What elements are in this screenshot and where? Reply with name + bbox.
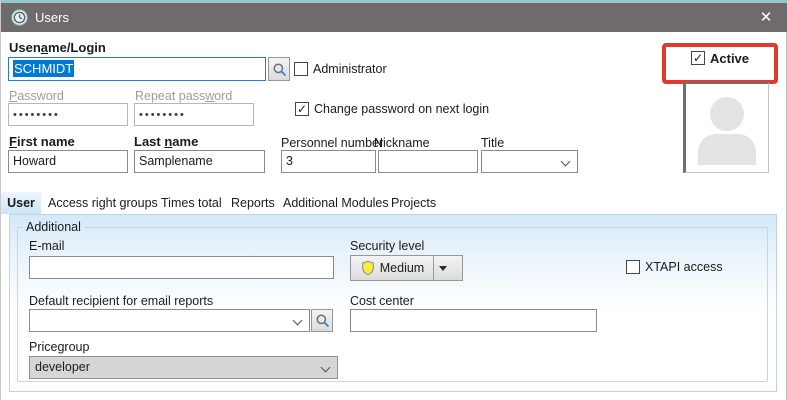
tab-times-total[interactable]: Times total bbox=[161, 192, 222, 214]
personnel-number-label: Personnel number bbox=[281, 136, 383, 150]
xtapi-label: XTAPI access bbox=[645, 260, 723, 274]
password-label: Password bbox=[9, 89, 64, 103]
administrator-checkbox[interactable] bbox=[294, 62, 308, 76]
dropdown-arrow-icon bbox=[439, 266, 447, 271]
security-level-dropdown[interactable] bbox=[434, 266, 452, 271]
default-recipient-search-button[interactable] bbox=[311, 309, 333, 332]
chevron-down-icon bbox=[561, 157, 571, 167]
person-silhouette-body-icon bbox=[698, 134, 756, 165]
chevron-down-icon bbox=[293, 316, 303, 326]
nickname-label: Nickname bbox=[374, 136, 430, 150]
tab-user[interactable]: User bbox=[1, 192, 41, 214]
repeat-password-label: Repeat password bbox=[135, 89, 232, 103]
last-name-label: Last name bbox=[134, 134, 198, 149]
username-selected-text: SCHMIDT bbox=[13, 60, 74, 77]
change-password-label: Change password on next login bbox=[314, 102, 489, 116]
username-search-button[interactable] bbox=[268, 57, 290, 81]
personnel-number-input[interactable]: 3 bbox=[281, 150, 376, 173]
nickname-input[interactable] bbox=[378, 150, 478, 173]
title-label: Title bbox=[481, 136, 504, 150]
user-photo-placeholder[interactable] bbox=[683, 82, 769, 173]
email-input[interactable] bbox=[29, 256, 334, 279]
pricegroup-select[interactable]: developer bbox=[29, 356, 338, 379]
pricegroup-label: Pricegroup bbox=[29, 340, 89, 354]
users-dialog: { "colors": { "titlebar_bg": "#6f6b6a", … bbox=[0, 0, 787, 400]
repeat-password-input[interactable]: •••••••• bbox=[134, 103, 254, 126]
clock-icon bbox=[11, 9, 28, 26]
security-level-value: Medium bbox=[380, 261, 424, 275]
window-title: Users bbox=[35, 3, 69, 32]
active-checkbox[interactable]: ✓ bbox=[691, 51, 705, 65]
change-password-checkbox[interactable]: ✓ bbox=[295, 102, 309, 116]
username-input[interactable]: SCHMIDT bbox=[8, 57, 266, 81]
xtapi-checkbox[interactable] bbox=[626, 260, 640, 274]
additional-group-title: Additional bbox=[23, 220, 84, 234]
administrator-label: Administrator bbox=[313, 62, 387, 76]
tab-projects[interactable]: Projects bbox=[391, 192, 436, 214]
tab-access-right-groups[interactable]: Access right groups bbox=[48, 192, 158, 214]
email-label: E-mail bbox=[29, 239, 64, 253]
username-label: Usename/Login bbox=[9, 40, 106, 55]
close-button[interactable]: ✕ bbox=[750, 3, 782, 32]
title-select[interactable] bbox=[481, 150, 578, 173]
search-icon bbox=[272, 62, 287, 77]
titlebar: Users ✕ bbox=[1, 3, 787, 32]
security-level-button[interactable]: Medium bbox=[350, 255, 463, 281]
default-recipient-label: Default recipient for email reports bbox=[29, 294, 213, 308]
security-level-label: Security level bbox=[350, 239, 424, 253]
default-recipient-select[interactable] bbox=[29, 309, 310, 332]
shield-icon bbox=[361, 260, 375, 276]
tab-reports[interactable]: Reports bbox=[231, 192, 275, 214]
chevron-down-icon bbox=[321, 363, 331, 373]
first-name-input[interactable]: Howard bbox=[8, 150, 128, 173]
first-name-label: First name bbox=[9, 134, 75, 149]
active-label: Active bbox=[710, 51, 749, 66]
last-name-input[interactable]: Samplename bbox=[134, 150, 265, 173]
search-icon bbox=[315, 313, 330, 328]
password-input[interactable]: •••••••• bbox=[8, 103, 128, 126]
cost-center-input[interactable] bbox=[350, 309, 597, 332]
cost-center-label: Cost center bbox=[350, 294, 414, 308]
tab-additional-modules[interactable]: Additional Modules bbox=[283, 192, 389, 214]
person-silhouette-head-icon bbox=[710, 97, 744, 131]
